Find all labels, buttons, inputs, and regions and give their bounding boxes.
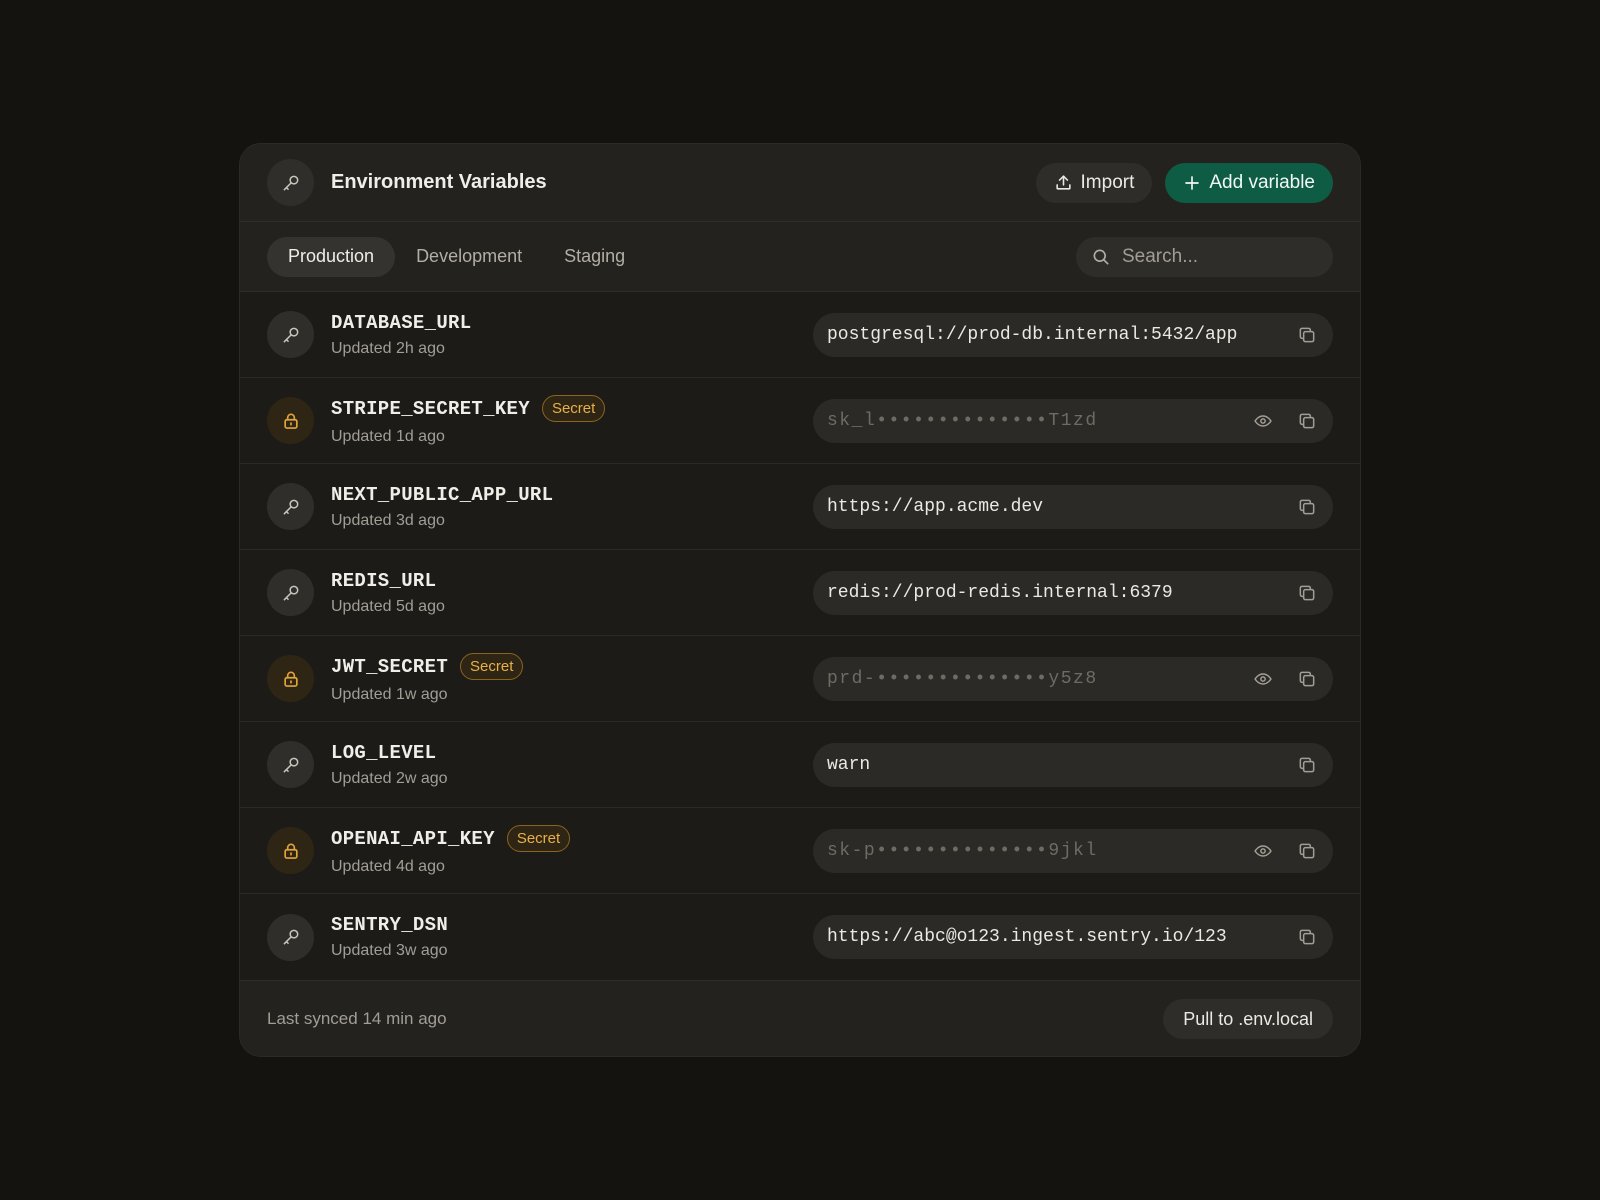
- search-box: [1076, 236, 1333, 277]
- import-label: Import: [1080, 171, 1135, 193]
- tab-development[interactable]: Development: [395, 237, 543, 277]
- secret-badge: Secret: [460, 653, 524, 680]
- variable-value: redis://prod-redis.internal:6379: [827, 582, 1173, 603]
- copy-icon[interactable]: [1295, 323, 1319, 347]
- upload-icon: [1054, 173, 1073, 192]
- table-row: REDIS_URL Updated 5d ago redis://prod-re…: [240, 550, 1360, 636]
- add-variable-button[interactable]: Add variable: [1165, 162, 1333, 203]
- key-icon: [267, 483, 314, 530]
- variable-name: NEXT_PUBLIC_APP_URL: [331, 483, 554, 506]
- table-row: SENTRY_DSN Updated 3w ago https://abc@o1…: [240, 894, 1360, 980]
- variable-value: postgresql://prod-db.internal:5432/app: [827, 324, 1238, 345]
- variable-name: JWT_SECRET: [331, 655, 449, 678]
- updated-time: Updated 1w ago: [331, 686, 448, 703]
- variable-value-field[interactable]: redis://prod-redis.internal:6379: [813, 570, 1333, 615]
- variable-value-field[interactable]: https://app.acme.dev: [813, 484, 1333, 529]
- panel-header: Environment Variables Import Add variabl…: [240, 144, 1360, 222]
- import-button[interactable]: Import: [1035, 162, 1153, 203]
- updated-time: Updated 5d ago: [331, 597, 445, 615]
- secret-badge: Secret: [541, 395, 606, 422]
- environment-tabs: Production Development Staging: [240, 222, 1360, 292]
- variable-list: DATABASE_URL Updated 2h ago postgresql:/…: [240, 292, 1360, 980]
- variable-name: DATABASE_URL: [331, 311, 472, 334]
- copy-icon[interactable]: [1295, 495, 1319, 519]
- eye-icon[interactable]: [1251, 409, 1275, 433]
- plus-icon: [1183, 174, 1201, 192]
- search-icon: [1091, 247, 1111, 267]
- eye-icon[interactable]: [1251, 667, 1275, 691]
- variable-value-field[interactable]: postgresql://prod-db.internal:5432/app: [813, 312, 1333, 357]
- key-icon: [267, 569, 314, 616]
- table-row: JWT_SECRET Secret Updated 1w ago prd-•••…: [240, 636, 1360, 722]
- sync-status: Last synced 14 min ago: [267, 1009, 447, 1028]
- copy-icon[interactable]: [1295, 839, 1319, 863]
- variable-value-masked: sk_l••••••••••••••T1zd: [827, 410, 1098, 431]
- copy-icon[interactable]: [1295, 409, 1319, 433]
- lock-icon: [267, 827, 314, 874]
- table-row: NEXT_PUBLIC_APP_URL Updated 3d ago https…: [240, 464, 1360, 550]
- variable-name: OPENAI_API_KEY: [331, 827, 495, 850]
- lock-icon: [267, 655, 314, 702]
- variable-value-masked: sk-p••••••••••••••9jkl: [827, 840, 1098, 861]
- eye-icon[interactable]: [1251, 839, 1275, 863]
- variable-value: warn: [827, 754, 871, 775]
- variable-name: REDIS_URL: [331, 569, 437, 592]
- env-vars-panel: Environment Variables Import Add variabl…: [239, 143, 1361, 1057]
- variable-value-field[interactable]: prd-••••••••••••••y5z8: [813, 656, 1333, 701]
- copy-icon[interactable]: [1295, 581, 1319, 605]
- key-icon: [267, 741, 314, 788]
- updated-time: Updated 2h ago: [331, 339, 445, 357]
- variable-name: STRIPE_SECRET_KEY: [331, 397, 530, 420]
- key-icon: [267, 159, 314, 206]
- variable-value-masked: prd-••••••••••••••y5z8: [827, 668, 1098, 689]
- search-input[interactable]: [1122, 245, 1312, 268]
- table-row: OPENAI_API_KEY Secret Updated 4d ago sk-…: [240, 808, 1360, 894]
- key-icon: [267, 913, 314, 961]
- variable-value-field[interactable]: sk-p••••••••••••••9jkl: [813, 828, 1333, 873]
- updated-time: Updated 3w ago: [331, 942, 448, 959]
- variable-value: https://app.acme.dev: [827, 496, 1044, 517]
- tab-staging[interactable]: Staging: [543, 237, 646, 277]
- variable-value: https://abc@o123.ingest.sentry.io/123: [827, 927, 1227, 947]
- lock-icon: [267, 397, 314, 444]
- updated-time: Updated 4d ago: [331, 858, 445, 875]
- key-icon: [267, 311, 314, 358]
- variable-name: SENTRY_DSN: [331, 914, 449, 936]
- variable-name: LOG_LEVEL: [331, 741, 437, 764]
- page-title: Environment Variables: [331, 171, 547, 193]
- add-variable-label: Add variable: [1209, 171, 1315, 193]
- variable-value-field[interactable]: warn: [813, 742, 1333, 787]
- tab-production[interactable]: Production: [267, 236, 396, 277]
- copy-icon[interactable]: [1295, 753, 1319, 777]
- updated-time: Updated 2w ago: [331, 769, 448, 787]
- table-row: LOG_LEVEL Updated 2w ago warn: [240, 722, 1360, 808]
- secret-badge: Secret: [506, 825, 571, 852]
- table-row: DATABASE_URL Updated 2h ago postgresql:/…: [240, 292, 1360, 378]
- variable-value-field[interactable]: https://abc@o123.ingest.sentry.io/123: [813, 915, 1333, 959]
- pull-env-button[interactable]: Pull to .env.local: [1163, 999, 1333, 1039]
- copy-icon[interactable]: [1295, 925, 1319, 949]
- variable-value-field[interactable]: sk_l••••••••••••••T1zd: [813, 398, 1333, 443]
- panel-footer: Last synced 14 min ago Pull to .env.loca…: [240, 980, 1360, 1056]
- table-row: STRIPE_SECRET_KEY Secret Updated 1d ago …: [240, 378, 1360, 464]
- updated-time: Updated 1d ago: [331, 428, 445, 445]
- copy-icon[interactable]: [1295, 667, 1319, 691]
- updated-time: Updated 3d ago: [331, 511, 445, 529]
